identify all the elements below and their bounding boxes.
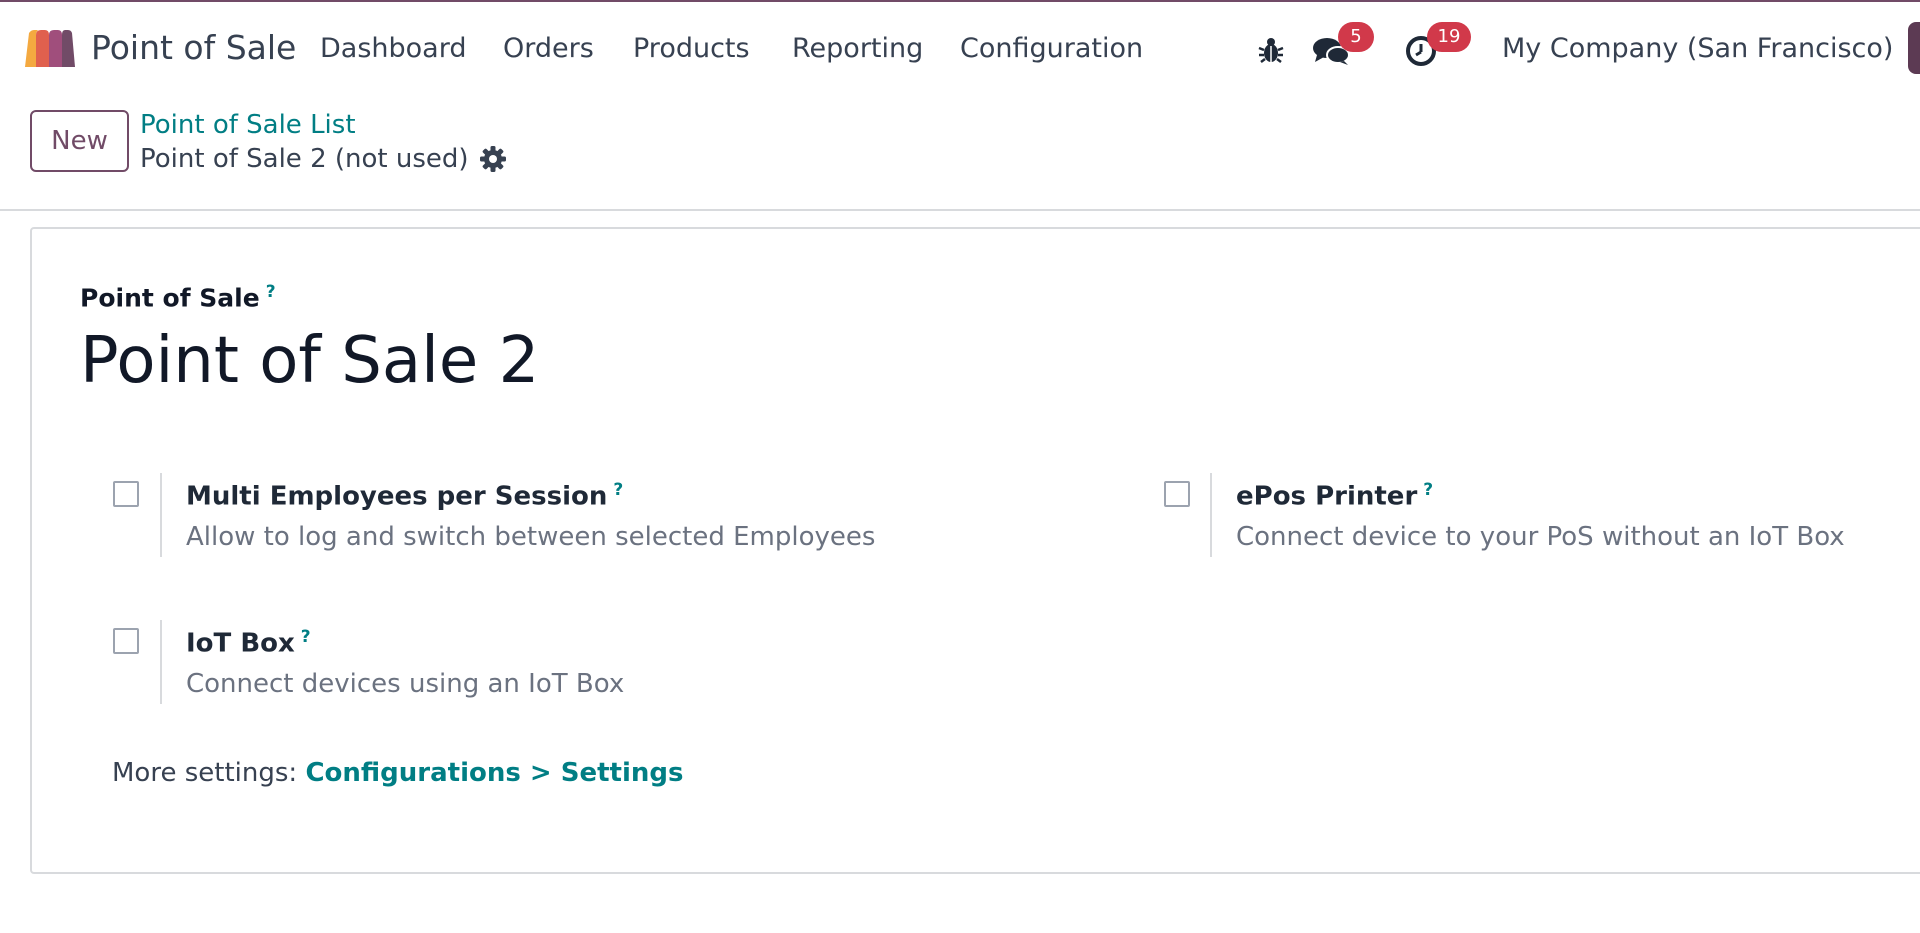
- activities-badge: 19: [1427, 22, 1471, 52]
- bug-icon[interactable]: [1258, 36, 1284, 64]
- setting-title-text: Multi Employees per Session: [186, 481, 608, 512]
- menu-configuration[interactable]: Configuration: [960, 33, 1143, 64]
- help-tooltip-icon[interactable]: ?: [266, 282, 276, 302]
- breadcrumb-parent[interactable]: Point of Sale List: [140, 110, 356, 140]
- user-avatar[interactable]: [1908, 22, 1920, 74]
- field-label-pos: Point of Sale?: [80, 282, 276, 312]
- more-settings: More settings: Configurations > Settings: [112, 758, 683, 788]
- setting-divider: [160, 620, 162, 704]
- setting-desc-iot-box: Connect devices using an IoT Box: [186, 669, 625, 699]
- setting-desc-multi-employees: Allow to log and switch between selected…: [186, 522, 876, 552]
- menu-dashboard[interactable]: Dashboard: [320, 33, 466, 64]
- checkbox-iot-box[interactable]: [113, 628, 139, 654]
- record-name[interactable]: Point of Sale 2: [80, 324, 539, 398]
- gear-icon[interactable]: [480, 146, 506, 172]
- pos-app-logo-icon[interactable]: [23, 29, 76, 68]
- menu-reporting[interactable]: Reporting: [792, 33, 923, 64]
- more-settings-link[interactable]: Configurations > Settings: [305, 758, 683, 788]
- setting-desc-epos-printer: Connect device to your PoS without an Io…: [1236, 522, 1845, 552]
- help-tooltip-icon[interactable]: ?: [1423, 480, 1433, 500]
- checkbox-multi-employees[interactable]: [113, 481, 139, 507]
- setting-title-multi-employees: Multi Employees per Session?: [186, 480, 623, 512]
- checkbox-epos-printer[interactable]: [1164, 481, 1190, 507]
- setting-title-iot-box: IoT Box?: [186, 627, 311, 659]
- setting-divider: [160, 473, 162, 557]
- control-panel: New Point of Sale List Point of Sale 2 (…: [0, 94, 1920, 211]
- company-switcher[interactable]: My Company (San Francisco): [1502, 33, 1893, 64]
- field-label-text: Point of Sale: [80, 283, 260, 313]
- setting-title-text: IoT Box: [186, 628, 295, 659]
- setting-title-epos-printer: ePos Printer?: [1236, 480, 1433, 512]
- menu-orders[interactable]: Orders: [503, 33, 594, 64]
- main-navbar: Point of Sale Dashboard Orders Products …: [0, 2, 1920, 94]
- more-settings-label: More settings:: [112, 758, 298, 788]
- app-name[interactable]: Point of Sale: [91, 28, 296, 67]
- help-tooltip-icon[interactable]: ?: [613, 480, 623, 500]
- form-sheet: Point of Sale? Point of Sale 2 Multi Emp…: [30, 227, 1920, 874]
- breadcrumb-current: Point of Sale 2 (not used): [140, 144, 469, 174]
- messages-badge: 5: [1338, 22, 1374, 52]
- help-tooltip-icon[interactable]: ?: [301, 627, 311, 647]
- menu-products[interactable]: Products: [633, 33, 750, 64]
- new-button[interactable]: New: [30, 110, 129, 172]
- setting-divider: [1210, 473, 1212, 557]
- setting-title-text: ePos Printer: [1236, 481, 1418, 512]
